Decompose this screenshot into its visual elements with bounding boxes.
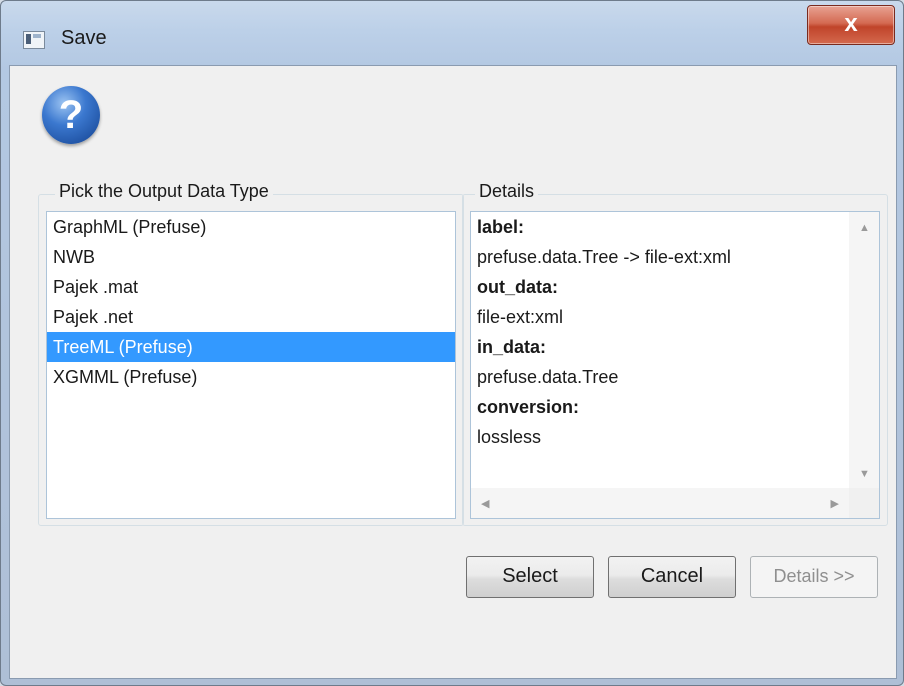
app-window-icon [23,31,45,49]
list-item-nwb[interactable]: NWB [47,242,455,272]
detail-key-out-data: out_data: [477,277,558,297]
save-dialog: Save x ? Pick the Output Data Type Detai… [0,0,904,686]
list-item-pajek-net[interactable]: Pajek .net [47,302,455,332]
details-group-title: Details [475,181,539,202]
scroll-up-arrow-icon[interactable]: ▲ [859,222,870,234]
title-bar[interactable]: Save x [1,1,903,65]
horizontal-scrollbar[interactable]: ◀ ▶ [471,488,849,518]
list-item-treeml[interactable]: TreeML (Prefuse) [47,332,455,362]
detail-key-label: label: [477,217,525,237]
vertical-scrollbar[interactable]: ▲ ▼ [849,212,879,488]
detail-value-in-data: prefuse.data.Tree [477,367,619,387]
list-item-graphml[interactable]: GraphML (Prefuse) [47,212,455,242]
close-button[interactable]: x [807,5,895,45]
details-text-area[interactable]: label: prefuse.data.Tree -> file-ext:xml… [470,211,880,519]
detail-value-label: prefuse.data.Tree -> file-ext:xml [477,247,731,267]
details-toggle-button[interactable]: Details >> [750,556,878,598]
detail-key-conversion: conversion: [477,397,580,417]
detail-value-conversion: lossless [477,427,542,447]
help-question-icon: ? [42,86,100,144]
detail-key-in-data: in_data: [477,337,547,357]
scrollbar-corner [849,488,879,518]
scroll-down-arrow-icon[interactable]: ▼ [859,468,870,480]
dialog-body: ? Pick the Output Data Type Details Grap… [9,65,897,679]
window-title: Save [61,27,107,49]
scroll-right-arrow-icon[interactable]: ▶ [831,497,839,510]
output-type-list[interactable]: GraphML (Prefuse) NWB Pajek .mat Pajek .… [46,211,456,519]
scroll-left-arrow-icon[interactable]: ◀ [481,497,489,510]
details-content: label: prefuse.data.Tree -> file-ext:xml… [477,212,837,452]
cancel-button[interactable]: Cancel [608,556,736,598]
detail-value-out-data: file-ext:xml [477,307,564,327]
output-type-group-title: Pick the Output Data Type [55,181,273,202]
select-button[interactable]: Select [466,556,594,598]
list-item-pajek-mat[interactable]: Pajek .mat [47,272,455,302]
list-item-xgmml[interactable]: XGMML (Prefuse) [47,362,455,392]
